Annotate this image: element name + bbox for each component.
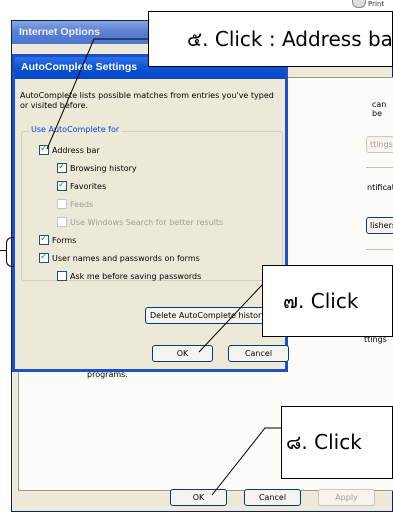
io-cancel-label: Cancel	[258, 493, 287, 502]
user-names-option[interactable]: User names and passwords on forms	[39, 252, 200, 265]
favorites-checkbox[interactable]	[57, 180, 67, 191]
windows-search-checkbox[interactable]	[57, 217, 67, 227]
io-separator-1	[366, 167, 393, 168]
forms-checkbox[interactable]	[39, 234, 49, 245]
browsing-history-checkbox[interactable]	[57, 162, 67, 173]
user-names-label: User names and passwords on forms	[52, 254, 200, 263]
io-ok-button[interactable]: OK	[170, 489, 227, 506]
ac-ok-label: OK	[176, 349, 189, 358]
browsing-history-label: Browsing history	[70, 164, 137, 173]
feeds-option[interactable]: Feeds	[57, 199, 93, 211]
io-settings-button-1[interactable]: ttings	[366, 136, 393, 153]
address-bar-option[interactable]: Address bar	[39, 144, 100, 157]
io-apply-button[interactable]: Apply	[318, 489, 375, 506]
user-names-checkbox[interactable]	[39, 252, 49, 263]
windows-search-option[interactable]: Use Windows Search for better results	[57, 217, 223, 229]
io-cancel-button[interactable]: Cancel	[244, 489, 301, 506]
io-publishers-button[interactable]: lishers	[366, 217, 393, 234]
ask-me-checkbox[interactable]	[57, 271, 67, 281]
favorites-option[interactable]: Favorites	[57, 180, 107, 193]
callout-step-7-text: ๗. Click	[283, 289, 359, 313]
ask-me-label: Ask me before saving passwords	[70, 272, 202, 281]
bracket-tick	[0, 250, 6, 251]
browsing-history-option[interactable]: Browsing history	[57, 162, 137, 175]
io-ok-label: OK	[192, 493, 205, 502]
io-title: Internet Options	[19, 26, 101, 38]
ask-me-option[interactable]: Ask me before saving passwords	[57, 271, 201, 283]
delete-history-label: Delete AutoComplete history...	[150, 311, 273, 320]
feeds-checkbox[interactable]	[57, 199, 67, 209]
address-bar-checkbox[interactable]	[39, 144, 49, 155]
ac-ok-button[interactable]: OK	[152, 345, 213, 362]
callout-step-8: ๘. Click	[281, 406, 393, 479]
ac-cancel-label: Cancel	[244, 349, 273, 358]
feeds-label: Feeds	[70, 200, 94, 209]
forms-label: Forms	[52, 236, 77, 245]
callout-step-8-text: ๘. Click	[286, 430, 362, 454]
io-apply-label: Apply	[335, 493, 358, 502]
windows-search-label: Use Windows Search for better results	[70, 218, 224, 227]
io-text-notification: ntification.	[367, 183, 393, 192]
callout-step-5: ๕. Click : Address bar	[148, 11, 393, 67]
ac-cancel-button[interactable]: Cancel	[228, 345, 289, 362]
io-publishers-button-label: lishers	[370, 221, 393, 230]
ac-description: AutoComplete lists possible matches from…	[20, 91, 274, 110]
favorites-label: Favorites	[70, 182, 107, 191]
address-bar-label: Address bar	[52, 146, 100, 155]
callout-step-7: ๗. Click	[262, 265, 393, 337]
print-label: Print	[368, 0, 385, 8]
callout-step-5-text: ๕. Click : Address bar	[187, 27, 393, 51]
options-bracket	[6, 237, 14, 267]
forms-option[interactable]: Forms	[39, 234, 77, 247]
ac-group-label: Use AutoComplete for	[29, 125, 122, 134]
io-separator-2	[366, 249, 393, 250]
io-settings-button-1-label: ttings	[370, 140, 393, 149]
io-text-can-be: can be	[372, 100, 387, 118]
autocomplete-dialog: AutoComplete Settings AutoComplete lists…	[12, 54, 289, 372]
print-icon	[352, 0, 366, 8]
ac-title: AutoComplete Settings	[21, 61, 138, 73]
